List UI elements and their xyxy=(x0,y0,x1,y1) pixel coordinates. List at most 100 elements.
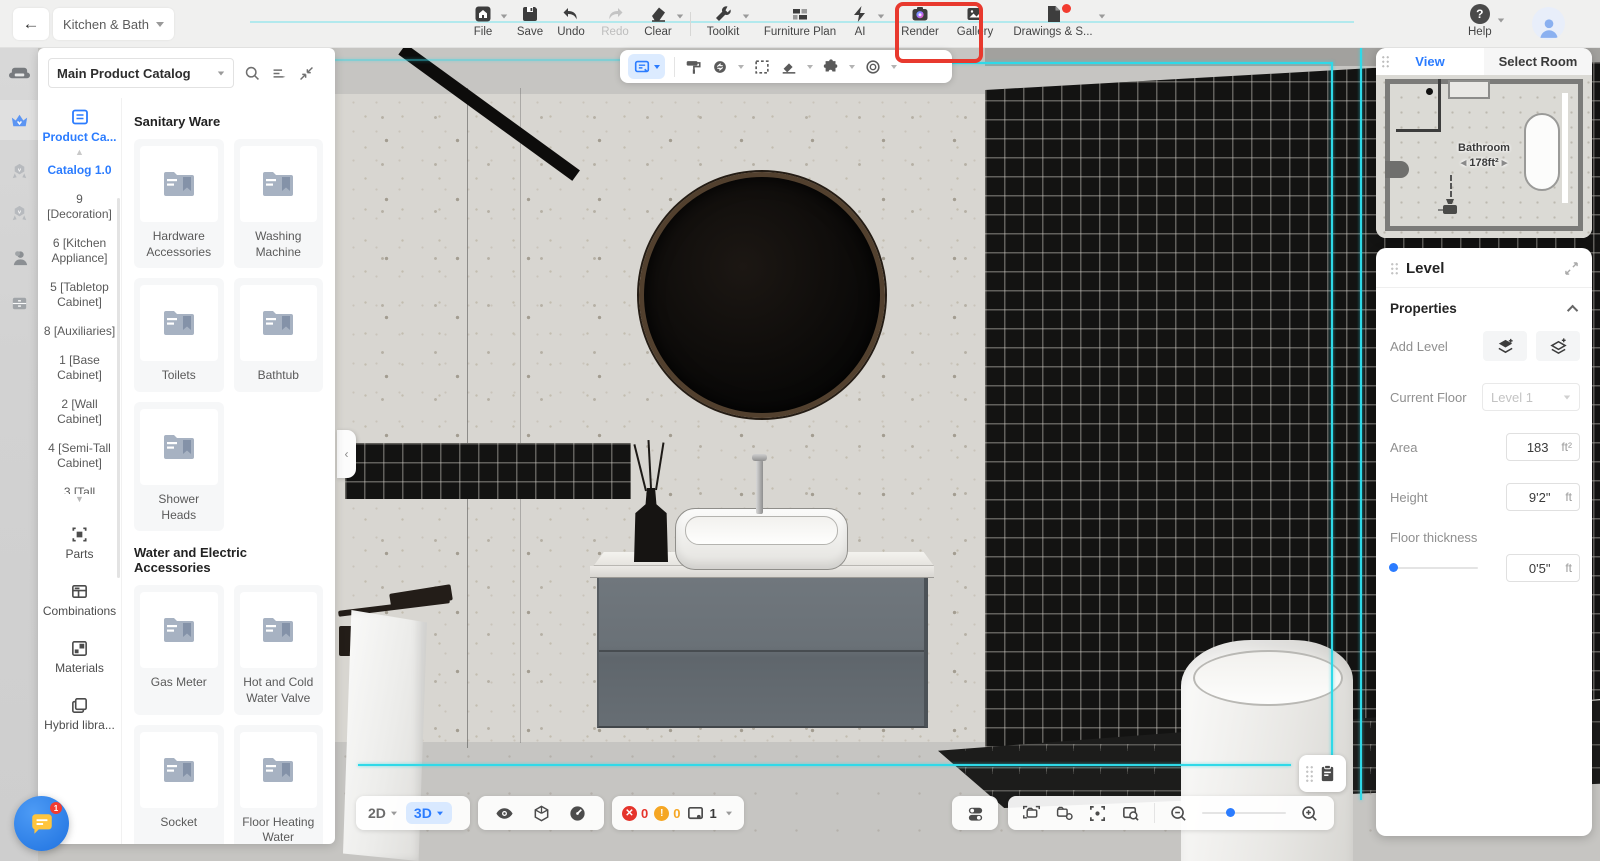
toolkit-dropdown-caret[interactable] xyxy=(743,15,749,19)
scroll-up-arrow[interactable]: ▲ xyxy=(75,148,84,156)
zoom-slider[interactable] xyxy=(1202,812,1286,814)
product-category-card[interactable]: Toilets xyxy=(134,278,224,392)
help-button[interactable]: ? Help xyxy=(1468,4,1492,38)
tab-view[interactable]: View xyxy=(1376,48,1484,75)
category-item[interactable]: 4 [Semi-Tall Cabinet] xyxy=(38,434,121,478)
product-category-card[interactable]: Socket xyxy=(134,725,224,844)
draw-room-tool-active[interactable] xyxy=(628,54,665,79)
cube-view-icon[interactable] xyxy=(532,804,551,823)
add-level-below-button[interactable] xyxy=(1483,331,1527,361)
redo-icon xyxy=(605,4,625,24)
category-item[interactable]: 5 [Tabletop Cabinet] xyxy=(38,273,121,317)
category-item[interactable]: Catalog 1.0 xyxy=(38,156,121,185)
sidebar-storage-item[interactable] xyxy=(0,286,38,320)
tab-product-catalog[interactable]: Product Ca... xyxy=(38,98,121,148)
zoom-out-icon[interactable] xyxy=(1169,804,1188,823)
sidebar-vip-item[interactable] xyxy=(0,100,38,140)
target-tool-icon[interactable] xyxy=(864,58,882,76)
camera-glyph[interactable] xyxy=(1438,197,1462,217)
category-item[interactable]: 8 [Auxiliaries] xyxy=(38,317,121,346)
drag-handle-icon[interactable] xyxy=(1381,55,1390,69)
drag-handle-icon[interactable] xyxy=(1305,765,1314,783)
chevron-down-icon[interactable] xyxy=(891,65,897,69)
search-icon[interactable] xyxy=(244,65,261,82)
camera-frame-icon[interactable] xyxy=(1022,804,1041,823)
chevron-down-icon[interactable] xyxy=(849,65,855,69)
marquee-select-tool-icon[interactable] xyxy=(753,58,771,76)
floor-thickness-input[interactable]: 0'5" ft xyxy=(1506,554,1580,582)
clear-button[interactable]: Clear xyxy=(623,4,693,38)
floorplan-minimap[interactable]: Bathroom ◂ 178ft² ▸ xyxy=(1376,75,1592,238)
paint-roller-tool-icon[interactable] xyxy=(684,58,702,76)
clear-dropdown-caret[interactable] xyxy=(677,15,683,19)
zoom-region-icon[interactable] xyxy=(1121,804,1140,823)
sidebar-account-item[interactable] xyxy=(0,240,38,274)
current-floor-select[interactable]: Level 1 xyxy=(1482,383,1580,411)
round-mirror[interactable] xyxy=(639,172,885,418)
slider-handle[interactable] xyxy=(1389,563,1398,572)
product-category-card[interactable]: Bathtub xyxy=(234,278,324,392)
product-category-card[interactable]: Washing Machine xyxy=(234,139,324,268)
catalog-source-select[interactable]: Main Product Catalog xyxy=(48,58,234,88)
vanity-cabinet[interactable] xyxy=(597,578,928,728)
zoom-slider-handle[interactable] xyxy=(1226,808,1235,817)
back-button[interactable]: ← xyxy=(13,8,49,40)
visibility-eye-icon[interactable] xyxy=(495,804,514,823)
sidebar-badge-item[interactable]: v xyxy=(0,154,38,188)
render-settings-toggle[interactable] xyxy=(952,796,998,830)
zoom-in-icon[interactable] xyxy=(1300,804,1319,823)
area-input[interactable]: 183 ft² xyxy=(1506,433,1580,461)
scroll-down-arrow[interactable]: ▼ xyxy=(38,494,121,504)
replace-model-tool-icon[interactable] xyxy=(711,58,729,76)
product-category-card[interactable]: Floor Heating Water xyxy=(234,725,324,844)
rail-tool-hybrid-library[interactable]: Hybrid libra... xyxy=(38,696,121,732)
product-category-card[interactable]: Gas Meter xyxy=(134,585,224,714)
rail-tool-parts[interactable]: Parts xyxy=(38,525,121,561)
notes-floating-button[interactable] xyxy=(1299,755,1346,792)
product-category-card[interactable]: Hardware Accessories xyxy=(134,139,224,268)
height-input[interactable]: 9'2" ft xyxy=(1506,483,1580,511)
tab-select-room[interactable]: Select Room xyxy=(1484,48,1592,75)
2d-view-button[interactable]: 2D xyxy=(360,805,406,821)
sidebar-badge2-item[interactable]: v xyxy=(0,196,38,230)
plugin-tool-icon[interactable] xyxy=(822,58,840,76)
category-item[interactable]: 1 [Base Cabinet] xyxy=(38,346,121,390)
app-sidebar: v v xyxy=(0,48,38,861)
category-item[interactable]: 3 [Tall xyxy=(38,478,121,494)
scene-status-group[interactable]: ✕ 0 ! 0 1 xyxy=(612,796,744,830)
project-name-dropdown[interactable]: Kitchen & Bath xyxy=(53,8,174,40)
shower-tray xyxy=(1448,80,1490,99)
drawings-button[interactable]: Drawings & S... xyxy=(1010,4,1096,38)
chevron-down-icon[interactable] xyxy=(738,65,744,69)
support-chat-button[interactable]: 1 xyxy=(14,796,69,851)
expand-panel-icon[interactable] xyxy=(1565,262,1578,275)
product-category-card[interactable]: Hot and Cold Water Valve xyxy=(234,585,324,714)
drawings-dropdown-caret[interactable] xyxy=(1099,15,1105,19)
filter-icon[interactable] xyxy=(271,65,288,82)
rail-scrollbar[interactable] xyxy=(117,198,120,578)
chevron-down-icon[interactable] xyxy=(807,65,813,69)
user-avatar[interactable] xyxy=(1532,7,1565,40)
chevron-down-icon[interactable] xyxy=(726,811,732,815)
drag-handle-icon[interactable] xyxy=(1390,262,1399,276)
add-level-above-button[interactable] xyxy=(1536,331,1580,361)
rail-tool-combinations[interactable]: Combinations xyxy=(38,582,121,618)
help-dropdown-caret[interactable] xyxy=(1497,19,1503,23)
camera-settings-icon[interactable] xyxy=(1055,804,1074,823)
vessel-sink[interactable] xyxy=(675,508,848,570)
category-item[interactable]: 9 [Decoration] xyxy=(38,185,121,229)
speedometer-icon[interactable] xyxy=(568,804,587,823)
collapse-panel-icon[interactable] xyxy=(298,65,315,82)
rail-tool-materials[interactable]: Materials xyxy=(38,639,121,675)
category-item[interactable]: 2 [Wall Cabinet] xyxy=(38,390,121,434)
measure-tool-icon[interactable] xyxy=(780,58,798,76)
focus-center-icon[interactable] xyxy=(1088,804,1107,823)
floor-thickness-slider[interactable] xyxy=(1390,567,1478,569)
ai-dropdown-caret[interactable] xyxy=(878,15,884,19)
sidebar-furniture-item[interactable] xyxy=(0,56,38,90)
catalog-collapse-tab[interactable]: ‹ xyxy=(337,430,356,478)
category-item[interactable]: 6 [Kitchen Appliance] xyxy=(38,229,121,273)
product-category-card[interactable]: Shower Heads xyxy=(134,402,224,531)
3d-view-button[interactable]: 3D xyxy=(406,802,452,824)
toolkit-button[interactable]: Toolkit xyxy=(688,4,758,38)
